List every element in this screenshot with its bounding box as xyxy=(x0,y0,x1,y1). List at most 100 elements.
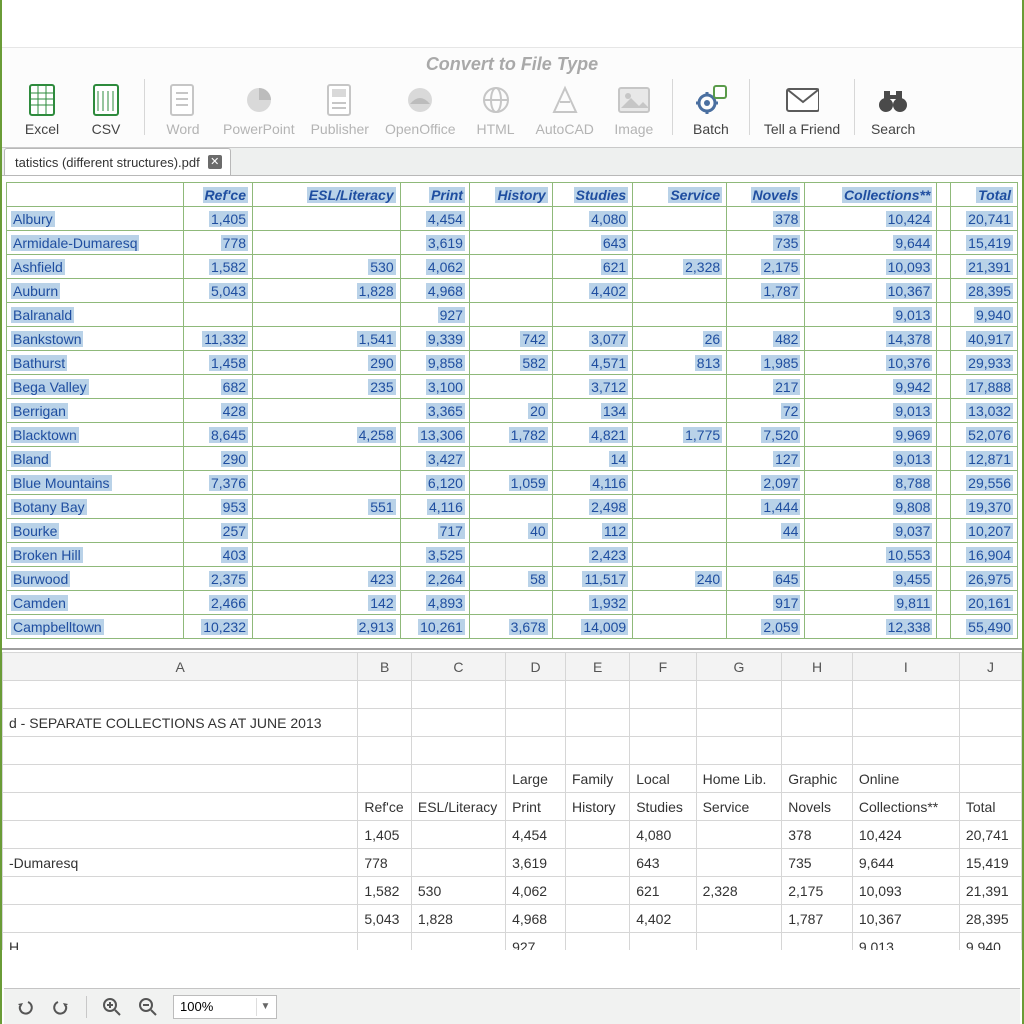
grid-cell[interactable]: Online xyxy=(852,765,959,793)
table-row[interactable]: Ref'ceESL/LiteracyPrintHistoryStudiesSer… xyxy=(3,793,1022,821)
grid-cell[interactable]: History xyxy=(566,793,630,821)
table-row[interactable]: Blacktown8,6454,25813,3061,7824,8211,775… xyxy=(7,423,1018,447)
grid-cell[interactable] xyxy=(696,737,782,765)
grid-cell[interactable]: Graphic xyxy=(782,765,853,793)
spreadsheet-output-pane[interactable]: ABCDEFGHIJ d - SEPARATE COLLECTIONS AS A… xyxy=(2,650,1022,950)
grid-cell[interactable] xyxy=(358,765,412,793)
grid-cell[interactable]: Novels xyxy=(782,793,853,821)
batch-button[interactable]: Batch xyxy=(679,79,743,141)
table-row[interactable]: H 927 9,0139,940 xyxy=(3,933,1022,951)
table-row[interactable]: 1,5825304,0626212,3282,17510,09321,391 xyxy=(3,877,1022,905)
excel-button[interactable]: Excel xyxy=(10,79,74,141)
grid-cell[interactable]: Local xyxy=(630,765,696,793)
search-button[interactable]: Search xyxy=(861,79,925,141)
grid-cell[interactable] xyxy=(852,681,959,709)
grid-cell[interactable] xyxy=(566,709,630,737)
grid-cell[interactable]: 778 xyxy=(358,849,412,877)
grid-cell[interactable]: 9,644 xyxy=(852,849,959,877)
grid-cell[interactable]: Service xyxy=(696,793,782,821)
column-letter[interactable]: F xyxy=(630,653,696,681)
grid-cell[interactable] xyxy=(696,933,782,951)
grid-cell[interactable]: 4,402 xyxy=(630,905,696,933)
grid-cell[interactable] xyxy=(566,877,630,905)
table-row[interactable]: Albury1,4054,4544,08037810,42420,741 xyxy=(7,207,1018,231)
grid-cell[interactable] xyxy=(3,821,358,849)
zoom-out-button[interactable] xyxy=(137,996,159,1018)
table-row[interactable]: 1,4054,4544,08037810,42420,741 xyxy=(3,821,1022,849)
grid-cell[interactable]: 10,093 xyxy=(852,877,959,905)
grid-cell[interactable] xyxy=(411,681,505,709)
grid-cell[interactable]: Home Lib. xyxy=(696,765,782,793)
grid-cell[interactable]: 1,828 xyxy=(411,905,505,933)
table-row[interactable]: Bankstown11,3321,5419,3397423,0772648214… xyxy=(7,327,1018,351)
grid-cell[interactable] xyxy=(630,681,696,709)
table-row[interactable]: Broken Hill4033,5252,42310,55316,904 xyxy=(7,543,1018,567)
column-letter[interactable]: D xyxy=(506,653,566,681)
grid-cell[interactable]: d - SEPARATE COLLECTIONS AS AT JUNE 2013 xyxy=(3,709,358,737)
grid-cell[interactable]: 3,619 xyxy=(506,849,566,877)
grid-cell[interactable] xyxy=(3,681,358,709)
grid-cell[interactable] xyxy=(852,709,959,737)
grid-cell[interactable]: Print xyxy=(506,793,566,821)
table-row[interactable]: Campbelltown10,2322,91310,2613,67814,009… xyxy=(7,615,1018,639)
table-row[interactable]: LargeFamilyLocalHome Lib.GraphicOnline xyxy=(3,765,1022,793)
table-row[interactable]: Botany Bay9535514,1162,4981,4449,80819,3… xyxy=(7,495,1018,519)
table-row[interactable]: Balranald9279,0139,940 xyxy=(7,303,1018,327)
grid-cell[interactable]: 20,741 xyxy=(959,821,1021,849)
grid-cell[interactable]: 28,395 xyxy=(959,905,1021,933)
grid-cell[interactable]: 927 xyxy=(506,933,566,951)
grid-cell[interactable] xyxy=(506,737,566,765)
table-row[interactable]: Armidale-Dumaresq7783,6196437359,64415,4… xyxy=(7,231,1018,255)
table-row[interactable]: d - SEPARATE COLLECTIONS AS AT JUNE 2013 xyxy=(3,709,1022,737)
csv-button[interactable]: CSV xyxy=(74,79,138,141)
grid-cell[interactable] xyxy=(358,737,412,765)
grid-cell[interactable] xyxy=(3,765,358,793)
grid-cell[interactable]: 1,582 xyxy=(358,877,412,905)
grid-cell[interactable]: 9,940 xyxy=(959,933,1021,951)
grid-cell[interactable] xyxy=(696,849,782,877)
grid-cell[interactable]: H xyxy=(3,933,358,951)
column-letter[interactable]: C xyxy=(411,653,505,681)
column-letter[interactable]: B xyxy=(358,653,412,681)
grid-cell[interactable] xyxy=(411,849,505,877)
grid-cell[interactable] xyxy=(630,709,696,737)
undo-button[interactable] xyxy=(14,996,36,1018)
table-row[interactable]: -Dumaresq7783,6196437359,64415,419 xyxy=(3,849,1022,877)
grid-cell[interactable] xyxy=(506,709,566,737)
table-row[interactable]: Ashfield1,5825304,0626212,3282,17510,093… xyxy=(7,255,1018,279)
table-row[interactable] xyxy=(3,737,1022,765)
column-letter[interactable]: J xyxy=(959,653,1021,681)
grid-cell[interactable]: Total xyxy=(959,793,1021,821)
grid-cell[interactable]: -Dumaresq xyxy=(3,849,358,877)
grid-cell[interactable] xyxy=(3,737,358,765)
grid-cell[interactable]: 4,968 xyxy=(506,905,566,933)
grid-cell[interactable]: Family xyxy=(566,765,630,793)
grid-cell[interactable] xyxy=(358,681,412,709)
column-letter[interactable]: A xyxy=(3,653,358,681)
grid-cell[interactable] xyxy=(3,877,358,905)
document-tab[interactable]: tatistics (different structures).pdf ✕ xyxy=(4,148,231,175)
grid-cell[interactable] xyxy=(566,737,630,765)
grid-cell[interactable]: Studies xyxy=(630,793,696,821)
grid-cell[interactable] xyxy=(411,737,505,765)
table-row[interactable]: Bourke25771740112449,03710,207 xyxy=(7,519,1018,543)
grid-cell[interactable]: 5,043 xyxy=(358,905,412,933)
table-row[interactable]: Burwood2,3754232,2645811,5172406459,4552… xyxy=(7,567,1018,591)
grid-cell[interactable] xyxy=(782,737,853,765)
grid-cell[interactable]: Ref'ce xyxy=(358,793,412,821)
grid-cell[interactable]: Large xyxy=(506,765,566,793)
redo-button[interactable] xyxy=(50,996,72,1018)
grid-cell[interactable]: 4,062 xyxy=(506,877,566,905)
grid-cell[interactable] xyxy=(3,905,358,933)
grid-cell[interactable]: 530 xyxy=(411,877,505,905)
grid-cell[interactable]: 9,013 xyxy=(852,933,959,951)
grid-cell[interactable]: 10,367 xyxy=(852,905,959,933)
grid-cell[interactable] xyxy=(566,905,630,933)
grid-cell[interactable]: 735 xyxy=(782,849,853,877)
grid-cell[interactable] xyxy=(411,821,505,849)
table-row[interactable]: Bega Valley6822353,1003,7122179,94217,88… xyxy=(7,375,1018,399)
grid-cell[interactable] xyxy=(358,709,412,737)
grid-cell[interactable] xyxy=(358,933,412,951)
grid-cell[interactable]: 2,175 xyxy=(782,877,853,905)
grid-cell[interactable] xyxy=(782,709,853,737)
